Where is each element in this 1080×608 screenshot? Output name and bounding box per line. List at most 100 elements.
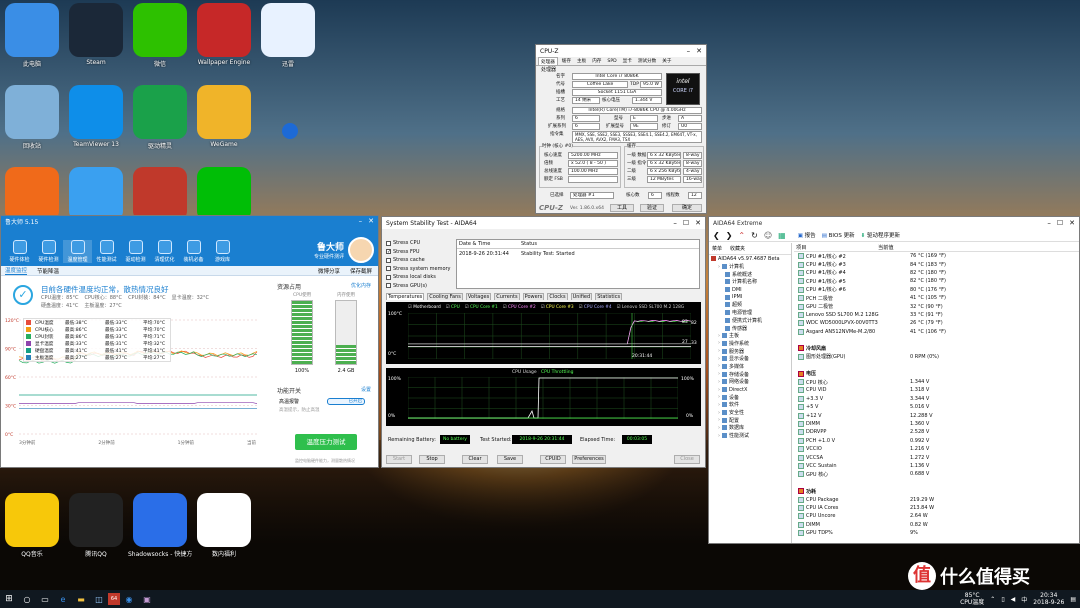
tree-item[interactable]: DMI — [709, 286, 791, 294]
cpuz-tab[interactable]: 关于 — [660, 57, 673, 65]
ludashi-task-icon[interactable]: ◉ — [120, 590, 138, 608]
store-icon[interactable]: ◫ — [90, 590, 108, 608]
tools-button[interactable]: 工具 — [610, 204, 634, 212]
aida64-titlebar[interactable]: AIDA64 Extreme – ☐ ✕ — [709, 217, 1079, 229]
cpuz-tab[interactable]: 处理器 — [538, 57, 558, 65]
tree-item[interactable]: › 主板 — [709, 332, 791, 340]
cpuz-task-icon[interactable]: ▣ — [138, 590, 156, 608]
menu-tab[interactable]: 菜单 — [712, 245, 722, 252]
sensor-row[interactable]: +5 V 5.016 V — [798, 403, 1079, 411]
tree-item[interactable]: IPMI — [709, 293, 791, 301]
tree-item[interactable]: 便携式计算机 — [709, 317, 791, 325]
tree-item[interactable]: 传感器 — [709, 324, 791, 332]
sensor-row[interactable]: +12 V 12.288 V — [798, 411, 1079, 419]
tree-item[interactable]: 超频 — [709, 301, 791, 309]
save-button[interactable]: Save — [497, 455, 523, 464]
preferences-button[interactable]: Preferences — [572, 455, 606, 464]
sensor-row[interactable]: CPU #1/核心 #6 80 °C (176 °F) — [798, 286, 1079, 294]
search-icon[interactable]: ○ — [18, 590, 36, 608]
graph-tab[interactable]: Currents — [494, 293, 520, 300]
tree-item[interactable]: › 操作系统 — [709, 340, 791, 348]
tree-item[interactable]: › 计算机 — [709, 263, 791, 271]
ludashi-tool-button[interactable]: 游戏库 — [208, 240, 237, 263]
desktop-icon[interactable]: QQ音乐 — [0, 493, 64, 558]
ludashi-tool-button[interactable]: 硬件检测 — [34, 240, 63, 263]
tree-item[interactable]: › DirectX — [709, 386, 791, 394]
section-header[interactable]: 电压 — [798, 369, 1079, 377]
temp-legend-item[interactable]: ☑ CPU Core #4 — [579, 305, 612, 310]
desktop-icon[interactable]: 驱动精灵 — [128, 85, 192, 150]
ludashi-tool-button[interactable]: 温度管理 — [63, 240, 92, 263]
expand-icon[interactable]: › — [718, 425, 720, 431]
expand-icon[interactable]: › — [718, 348, 720, 354]
sensor-row[interactable]: VCCIO 1.216 V — [798, 445, 1079, 453]
tree-item[interactable]: 系统概述 — [709, 270, 791, 278]
up-icon[interactable]: ⌃ — [738, 231, 745, 240]
tree-item[interactable]: › 数据库 — [709, 424, 791, 432]
ludashi-tool-button[interactable]: 硬件体检 — [5, 240, 34, 263]
stop-button[interactable]: Stop — [419, 455, 445, 464]
temp-legend-item[interactable]: ☑ Motherboard — [408, 305, 441, 310]
sensor-row[interactable]: VCCSA 1.272 V — [798, 453, 1079, 461]
ludashi-tool-button[interactable]: 驱动检测 — [121, 240, 150, 263]
sensor-row[interactable]: DIMM 1.360 V — [798, 420, 1079, 428]
temp-legend-item[interactable]: ☑ Lenovo SSD SL700 M.2 128G — [617, 305, 685, 310]
expand-icon[interactable]: › — [718, 371, 720, 377]
minimize-button[interactable]: – — [687, 47, 691, 55]
sensor-row[interactable]: GPU TDP% 9% — [798, 529, 1079, 537]
cpuz-tab[interactable]: 缓存 — [560, 57, 573, 65]
section-header[interactable]: 冷却风扇 — [798, 344, 1079, 352]
cpuz-titlebar[interactable]: CPU-Z – ✕ — [536, 45, 706, 57]
tree-item[interactable]: › 存储设备 — [709, 370, 791, 378]
stress-checkbox[interactable]: Stress GPU(s) — [386, 282, 454, 291]
desktop-icon[interactable]: Steam — [64, 3, 128, 66]
processor-select[interactable]: 处理器 #1 — [570, 192, 614, 199]
tree-item[interactable]: › 服务器 — [709, 347, 791, 355]
tray-chevron-icon[interactable]: ⌃ — [990, 596, 995, 603]
clock[interactable]: 20:34 2018-9-26 — [1033, 592, 1064, 606]
sensor-row[interactable]: Lenovo SSD SL700 M.2 128G 33 °C (91 °F) — [798, 311, 1079, 319]
maximize-button[interactable]: ☐ — [683, 219, 689, 227]
sensor-row[interactable]: CPU #1/核心 #5 82 °C (180 °F) — [798, 277, 1079, 285]
stress-checkbox[interactable]: Stress cache — [386, 256, 454, 265]
desktop-icon[interactable]: 迅雷 — [256, 3, 320, 68]
graph-tab[interactable]: Cooling Fans — [427, 293, 463, 300]
alarm-toggle[interactable]: 已开启 — [327, 398, 365, 405]
desktop-icon[interactable]: Wallpaper Engine — [192, 3, 256, 66]
expand-icon[interactable]: › — [718, 402, 720, 408]
ime-indicator[interactable]: 中 — [1021, 595, 1027, 604]
expand-icon[interactable]: › — [718, 417, 720, 423]
network-icon[interactable]: ▯ — [1001, 596, 1004, 603]
sensor-row[interactable]: CPU Package 219.29 W — [798, 495, 1079, 503]
expand-icon[interactable]: › — [718, 356, 720, 362]
cpuz-tab[interactable]: 显卡 — [621, 57, 634, 65]
settings-link[interactable]: 设置 — [361, 386, 371, 393]
tree-item[interactable]: › 设备 — [709, 393, 791, 401]
cpuz-tab[interactable]: 测试分数 — [636, 57, 658, 65]
sensor-row[interactable]: CPU #1/核心 #3 84 °C (183 °F) — [798, 260, 1079, 268]
weibo-share-link[interactable]: 微博分享 — [318, 267, 340, 275]
ludashi-titlebar[interactable]: 鲁大师 5.15 – ✕ — [1, 216, 378, 226]
maximize-button[interactable]: ☐ — [1057, 219, 1063, 227]
sensor-row[interactable]: PCH +1.0 V 0.992 V — [798, 437, 1079, 445]
stability-titlebar[interactable]: System Stability Test - AIDA64 – ☐ ✕ — [382, 217, 705, 229]
volume-icon[interactable]: ◀ — [1011, 596, 1016, 603]
ludashi-tool-button[interactable]: 装机必备 — [179, 240, 208, 263]
avatar[interactable] — [348, 237, 374, 263]
stress-checkbox[interactable]: Stress local disks — [386, 273, 454, 282]
task-view-icon[interactable]: ▭ — [36, 590, 54, 608]
cpuz-tab[interactable]: 主板 — [575, 57, 588, 65]
sensor-row[interactable]: GPU 二极管 32 °C (90 °F) — [798, 302, 1079, 310]
bios-update-button[interactable]: ▤ BIOS 更新 — [822, 231, 855, 239]
section-header[interactable]: 功耗 — [798, 487, 1079, 495]
expand-icon[interactable]: › — [718, 340, 720, 346]
ludashi-tool-button[interactable]: 性能测试 — [92, 240, 121, 263]
stress-test-button[interactable]: 温度压力测试 — [295, 434, 357, 450]
tree-item[interactable]: › 显示设备 — [709, 355, 791, 363]
tree-item[interactable]: › 网络设备 — [709, 378, 791, 386]
tab-temperature-monitor[interactable]: 温度监控 — [5, 266, 28, 275]
tray-temp[interactable]: 85°C CPU温度 — [960, 592, 984, 606]
graph-tab[interactable]: Statistics — [595, 293, 623, 300]
sensor-row[interactable]: CPU IA Cores 213.84 W — [798, 504, 1079, 512]
start-button[interactable]: Start — [386, 455, 412, 464]
